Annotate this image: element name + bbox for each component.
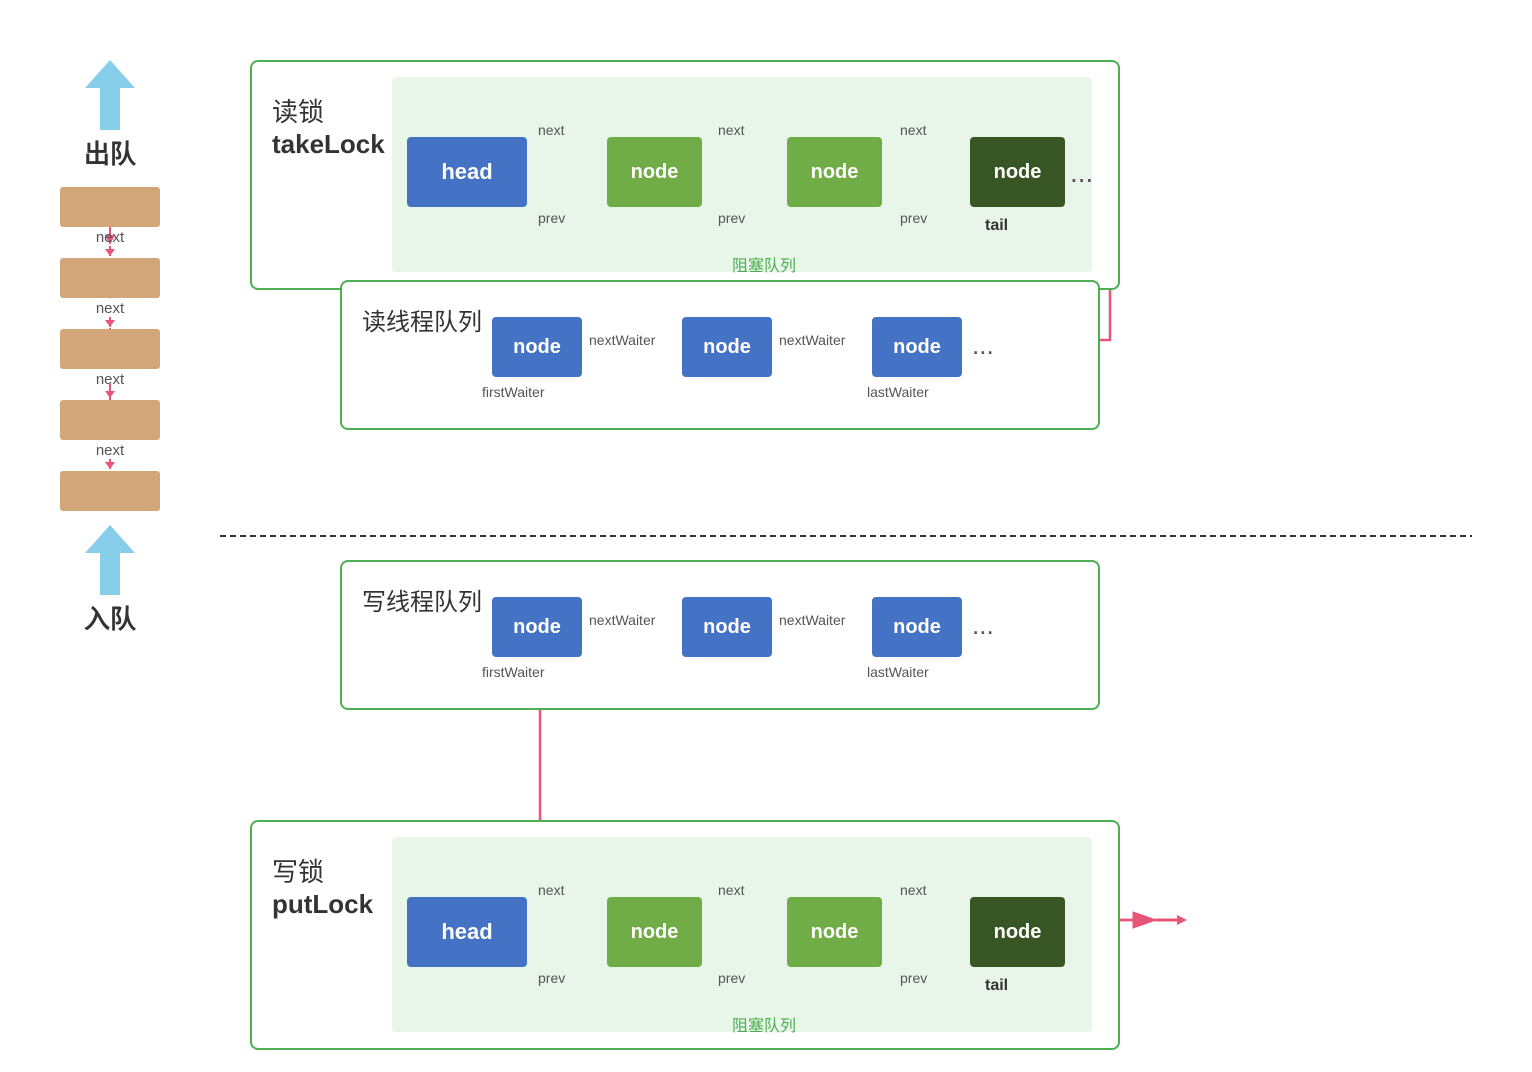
putlock-tail-label: tail (985, 977, 1008, 995)
putlock-node1: node (607, 897, 702, 967)
next-label-2: next (96, 300, 124, 317)
takelock-node1: node (607, 137, 702, 207)
write-queue-section: 写线程队列 node firstWaiter nextWaiter node n… (340, 560, 1100, 710)
write-queue-node3: node (872, 597, 962, 657)
takelock-next3-label: next (900, 122, 926, 138)
takelock-dots: ... (1070, 157, 1093, 189)
takelock-tail-label: tail (985, 217, 1008, 235)
read-queue-title: 读线程队列 (362, 302, 482, 337)
putlock-node3: node (970, 897, 1065, 967)
enqueue-arrow (85, 525, 135, 595)
queue-block-2 (60, 258, 160, 298)
putlock-inner-label: 阻塞队列 (732, 1012, 796, 1036)
putlock-prev2-label: prev (718, 970, 745, 986)
queue-block-1 (60, 187, 160, 227)
next-label-4: next (96, 442, 124, 459)
queue-block-4 (60, 400, 160, 440)
next-arrow-1: next (96, 229, 124, 256)
takelock-head-node: head (407, 137, 527, 207)
write-queue-node1: node (492, 597, 582, 657)
write-queue-nextwaiter2: nextWaiter (779, 612, 845, 628)
write-queue-dots: ... (972, 610, 994, 641)
takelock-next1-label: next (538, 122, 564, 138)
read-queue-last-waiter: lastWaiter (867, 384, 929, 400)
dequeue-label: 出队 (84, 134, 136, 171)
putlock-next2-label: next (718, 882, 744, 898)
takelock-inner-label: 阻塞队列 (732, 252, 796, 276)
takelock-prev1-label: prev (538, 210, 565, 226)
read-queue-dots: ... (972, 330, 994, 361)
queue-block-5 (60, 471, 160, 511)
read-queue-section: 读线程队列 node firstWaiter nextWaiter node n… (340, 280, 1100, 430)
next-label-3: next (96, 371, 124, 388)
write-queue-nextwaiter1: nextWaiter (589, 612, 655, 628)
putlock-title: 写锁 putLock (272, 852, 373, 920)
next-arrow-4: next (96, 442, 124, 469)
read-queue-nextwaiter2: nextWaiter (779, 332, 845, 348)
takelock-title: 读锁 takeLock (272, 92, 385, 160)
putlock-head-node: head (407, 897, 527, 967)
dequeue-arrow (85, 60, 135, 130)
enqueue-label: 入队 (84, 599, 136, 636)
next-arrow-3: next (96, 371, 124, 398)
write-queue-last-waiter: lastWaiter (867, 664, 929, 680)
takelock-node3: node (970, 137, 1065, 207)
write-queue-first-waiter: firstWaiter (482, 664, 544, 680)
queue-block-3 (60, 329, 160, 369)
putlock-next1-label: next (538, 882, 564, 898)
putlock-section: 写锁 putLock head node node node tail 阻塞队列… (250, 820, 1120, 1050)
putlock-prev3-label: prev (900, 970, 927, 986)
write-queue-node2: node (682, 597, 772, 657)
write-queue-title: 写线程队列 (362, 582, 482, 617)
diagram-container: 出队 next next next (0, 0, 1532, 1072)
read-queue-node2: node (682, 317, 772, 377)
read-queue-nextwaiter1: nextWaiter (589, 332, 655, 348)
takelock-section: 读锁 takeLock head node node node tail ...… (250, 60, 1120, 290)
takelock-next2-label: next (718, 122, 744, 138)
putlock-prev1-label: prev (538, 970, 565, 986)
putlock-next3-label: next (900, 882, 926, 898)
takelock-node2: node (787, 137, 882, 207)
read-queue-node3: node (872, 317, 962, 377)
left-queue: 出队 next next next (60, 60, 160, 636)
next-arrow-2: next (96, 300, 124, 327)
next-label-1: next (96, 229, 124, 246)
read-queue-first-waiter: firstWaiter (482, 384, 544, 400)
read-queue-node1: node (492, 317, 582, 377)
putlock-node2: node (787, 897, 882, 967)
takelock-prev3-label: prev (900, 210, 927, 226)
takelock-prev2-label: prev (718, 210, 745, 226)
